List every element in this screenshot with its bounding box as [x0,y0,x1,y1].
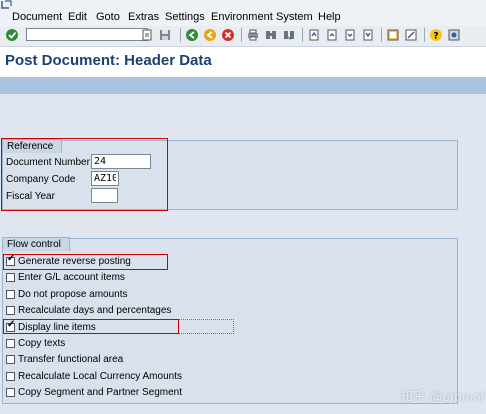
company-code-label: Company Code [6,174,76,185]
highlight-generate-reverse-posting [3,254,168,270]
last-page-icon[interactable] [361,28,375,42]
back-icon[interactable] [185,28,199,42]
cancel-icon[interactable] [221,28,235,42]
transfer-functional-area-label: Transfer functional area [18,354,124,365]
toolbar-separator [302,28,303,42]
copy-segment-checkbox[interactable] [6,388,15,397]
system-menu-icon[interactable] [0,0,14,10]
fiscal-year-input[interactable] [91,188,118,203]
do-not-propose-amounts-label: Do not propose amounts [18,289,128,300]
menu-document[interactable]: Document [12,11,62,23]
menu-edit[interactable]: Edit [68,11,87,23]
print-icon[interactable] [246,28,260,42]
menu-extras[interactable]: Extras [128,11,159,23]
menu-environment[interactable]: Environment [211,11,273,23]
fiscal-year-label: Fiscal Year [6,191,55,202]
menu-system[interactable]: System [276,11,313,23]
document-number-input[interactable] [91,154,151,169]
page-title: Post Document: Header Data [5,52,212,69]
save-icon[interactable] [158,28,172,42]
do-not-propose-amounts-checkbox[interactable] [6,290,15,299]
recalculate-days-checkbox[interactable] [6,306,15,315]
company-code-input[interactable] [91,171,119,186]
exit-icon[interactable] [203,28,217,42]
copy-segment-label: Copy Segment and Partner Segment [18,387,182,398]
copy-texts-checkbox[interactable] [6,339,15,348]
first-page-icon[interactable] [307,28,321,42]
customize-layout-icon[interactable] [447,28,461,42]
watermark: 知乎 @erproof [400,389,484,404]
find-next-icon[interactable] [282,28,296,42]
menu-help[interactable]: Help [318,11,341,23]
new-session-icon[interactable] [386,28,400,42]
find-icon[interactable] [264,28,278,42]
flow-control-group-title: Flow control [2,237,70,251]
copy-texts-label: Copy texts [18,338,66,349]
menu-goto[interactable]: Goto [96,11,120,23]
highlight-display-line-items [3,319,179,334]
toolbar-separator [241,28,242,42]
help-icon[interactable]: ? [429,28,443,42]
document-number-label: Document Number [6,157,90,168]
previous-page-icon[interactable] [325,28,339,42]
toolbar-separator [381,28,382,42]
application-toolbar [0,77,486,94]
enter-icon[interactable] [5,28,19,42]
enter-gl-account-items-label: Enter G/L account items [18,272,125,283]
enter-gl-account-items-checkbox[interactable] [6,273,15,282]
recalculate-local-currency-checkbox[interactable] [6,372,15,381]
command-field[interactable] [26,28,148,41]
command-history-icon[interactable] [140,28,154,42]
menu-settings[interactable]: Settings [165,11,205,23]
toolbar-separator [180,28,181,42]
toolbar-separator [424,28,425,42]
svg-text:?: ? [433,32,438,42]
transfer-functional-area-checkbox[interactable] [6,355,15,364]
recalculate-days-label: Recalculate days and percentages [18,305,172,316]
next-page-icon[interactable] [343,28,357,42]
recalculate-local-currency-label: Recalculate Local Currency Amounts [18,371,182,382]
generate-shortcut-icon[interactable] [404,28,418,42]
